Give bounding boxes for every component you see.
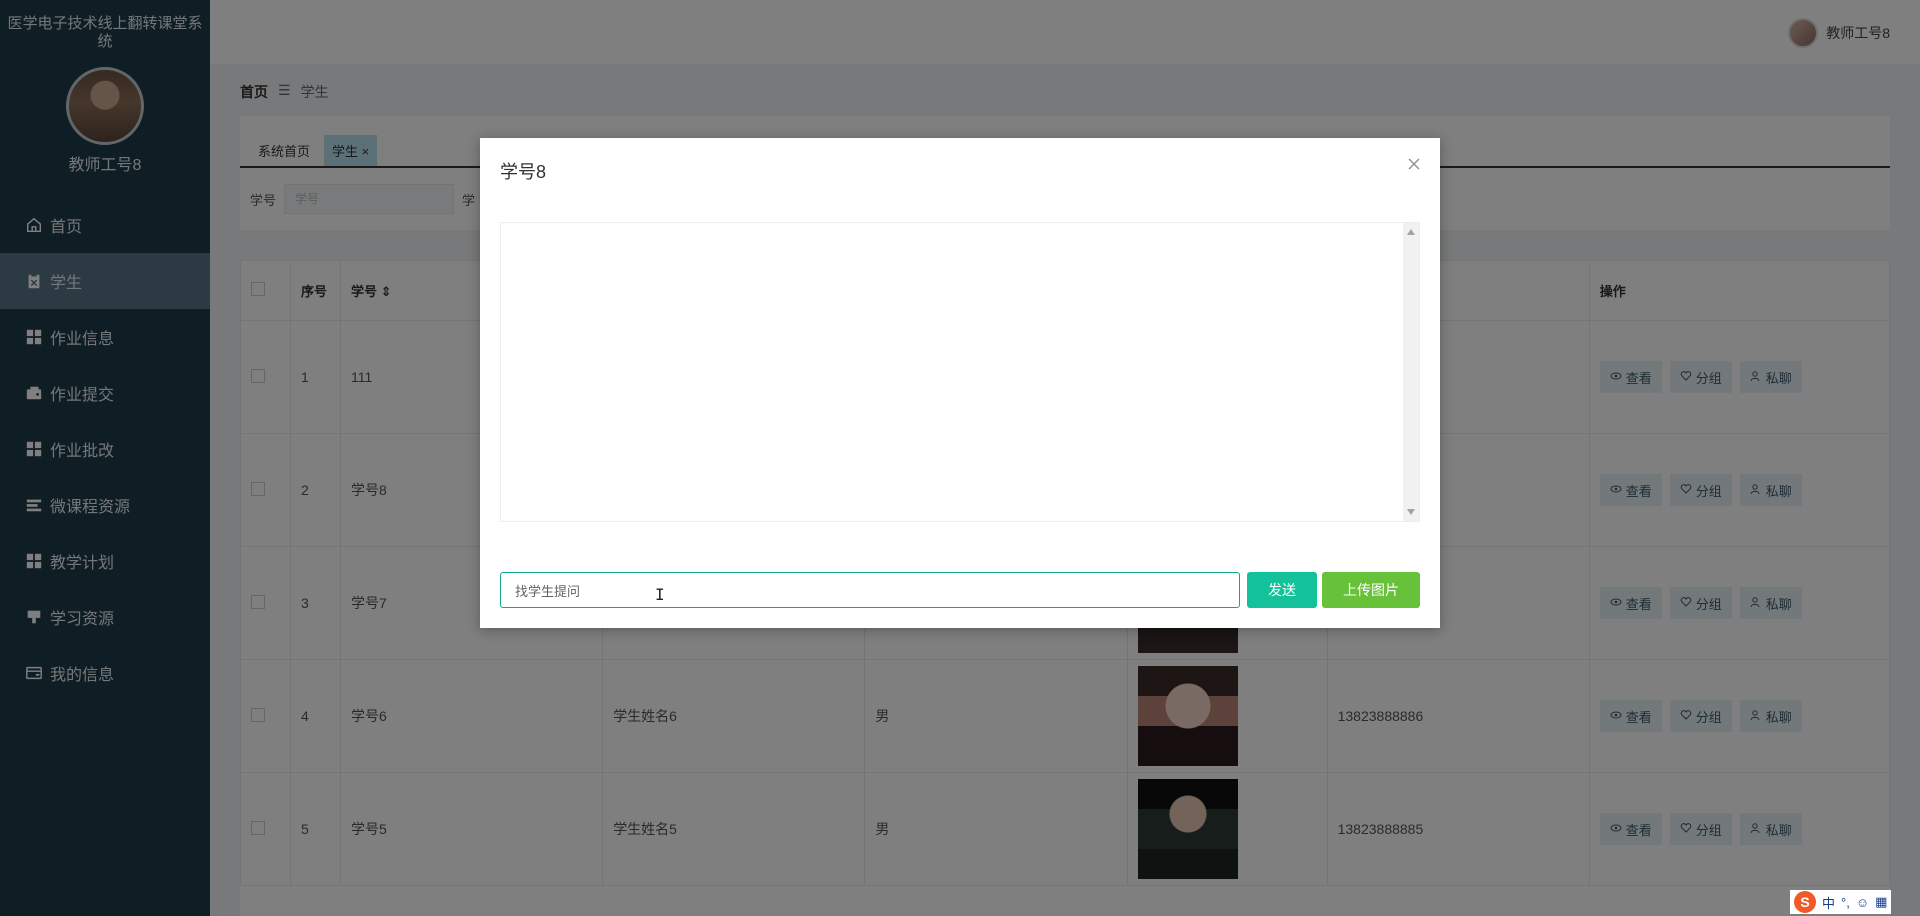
ime-mode[interactable]: 中	[1822, 893, 1835, 912]
ime-punct[interactable]: °,	[1841, 895, 1850, 910]
keyboard-icon[interactable]: ▦	[1875, 894, 1887, 910]
close-icon[interactable]	[1406, 156, 1422, 172]
scroll-down-icon[interactable]	[1407, 509, 1415, 515]
upload-image-button[interactable]: 上传图片	[1322, 572, 1420, 608]
dialog-title: 学号8	[500, 162, 547, 182]
message-input[interactable]	[500, 572, 1240, 608]
sogou-logo-icon: S	[1794, 891, 1816, 913]
chat-dialog: 学号8 发送 上传图片	[480, 138, 1440, 628]
ime-toolbar[interactable]: S 中 °, ☺ ▦	[1790, 890, 1892, 914]
message-scrollbar[interactable]	[1403, 223, 1419, 521]
scroll-up-icon[interactable]	[1407, 229, 1415, 235]
emoji-icon[interactable]: ☺	[1856, 895, 1869, 910]
message-area[interactable]	[500, 222, 1420, 522]
send-button[interactable]: 发送	[1247, 572, 1317, 608]
text-cursor-icon: I	[655, 585, 665, 604]
